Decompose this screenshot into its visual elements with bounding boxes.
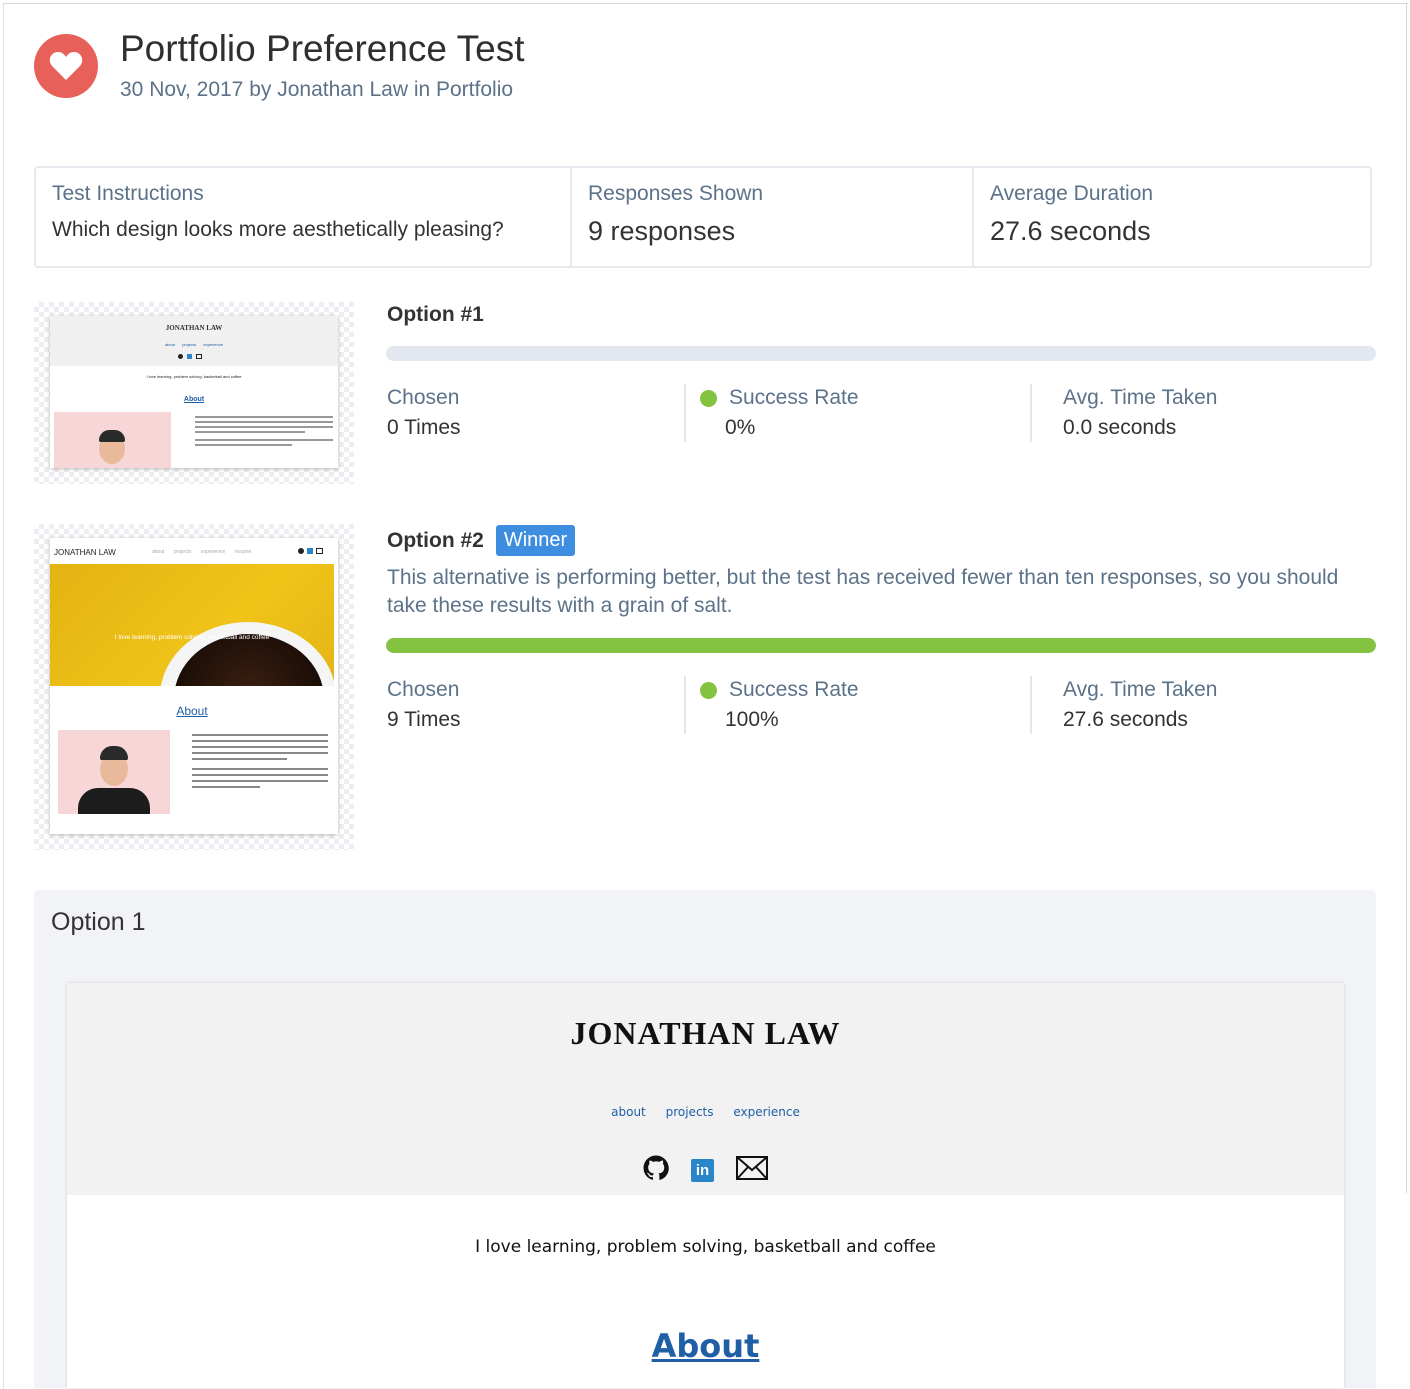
option-2-progress-fill xyxy=(386,638,1376,653)
responses-value: 9 responses xyxy=(588,216,736,246)
site-header: JONATHAN LAW about projects experience i… xyxy=(67,983,1344,1195)
duration-cell: Average Duration 27.6 seconds xyxy=(974,168,1370,266)
thumb-bio-lines xyxy=(195,416,333,449)
thumb-bio-lines xyxy=(192,734,328,792)
success-label: Success Rate xyxy=(729,678,859,701)
chosen-value: 9 Times xyxy=(387,708,461,731)
instructions-cell: Test Instructions Which design looks mor… xyxy=(36,168,572,266)
thumb-tagline: I love learning, problem solving, basket… xyxy=(146,374,242,379)
thumb-portrait xyxy=(54,412,171,468)
chosen-label: Chosen xyxy=(387,678,460,701)
thumb-nav-projects: projects xyxy=(182,342,197,347)
test-summary: Test Instructions Which design looks mor… xyxy=(34,166,1372,268)
thumb-portrait xyxy=(58,730,170,814)
option-2-chosen: Chosen 9 Times xyxy=(387,678,461,732)
option-2-title-text: Option #2 xyxy=(387,528,484,552)
duration-value: 27.6 seconds xyxy=(990,216,1151,246)
mail-icon[interactable] xyxy=(736,1156,768,1185)
github-icon[interactable] xyxy=(643,1155,669,1186)
site-tagline: I love learning, problem solving, basket… xyxy=(475,1237,936,1257)
page-subtitle: 30 Nov, 2017 by Jonathan Law in Portfoli… xyxy=(120,78,514,101)
option-1-title-text: Option #1 xyxy=(387,303,484,326)
thumb-nav-about: about xyxy=(152,549,165,555)
duration-label: Average Duration xyxy=(990,182,1154,205)
success-dot-icon xyxy=(700,389,717,407)
thumb-site-name: JONATHAN LAW xyxy=(165,324,223,332)
site-nav: about projects experience xyxy=(67,1105,1344,1119)
option-1-title: Option #1 xyxy=(387,303,484,327)
thumb-nav-experience: experience xyxy=(203,342,223,347)
thumb-about: About xyxy=(176,704,208,718)
option-1-preview-panel: Option 1 JONATHAN LAW about projects exp… xyxy=(34,890,1376,1388)
option-2-success: Success Rate 100% xyxy=(700,678,859,732)
option-2-time: Avg. Time Taken 27.6 seconds xyxy=(1063,678,1217,732)
option-2-thumbnail[interactable]: JONATHAN LAW about projects experience r… xyxy=(34,524,354,850)
option-2-note: This alternative is performing better, b… xyxy=(387,566,1339,617)
thumb-nav-experience: experience xyxy=(200,549,226,555)
site-nav-about[interactable]: about xyxy=(611,1105,646,1119)
thumb-tagline: I love learning, problem solving, basket… xyxy=(114,634,270,641)
option-1-thumbnail[interactable]: JONATHAN LAW about projects experience I… xyxy=(34,302,354,484)
thumb-site-nav: about projects experience resume xyxy=(152,549,251,555)
instructions-value: Which design looks more aesthetically pl… xyxy=(52,218,504,241)
time-value: 27.6 seconds xyxy=(1063,708,1188,731)
page-title: Portfolio Preference Test xyxy=(120,28,525,69)
success-value: 100% xyxy=(725,708,779,731)
responses-label: Responses Shown xyxy=(588,182,764,205)
option-1-screenshot: JONATHAN LAW about projects experience I… xyxy=(50,316,338,468)
divider xyxy=(1030,384,1032,442)
site-name: JONATHAN LAW xyxy=(570,1015,841,1051)
thumb-site-name: JONATHAN LAW xyxy=(54,548,116,557)
divider xyxy=(1030,676,1032,734)
linkedin-icon[interactable]: in xyxy=(691,1159,714,1182)
thumb-nav-projects: projects xyxy=(173,549,192,555)
time-label: Avg. Time Taken xyxy=(1063,386,1218,409)
thumb-about: About xyxy=(183,396,205,403)
success-label: Success Rate xyxy=(729,386,859,409)
success-dot-icon xyxy=(700,681,717,699)
option-2-screenshot: JONATHAN LAW about projects experience r… xyxy=(50,538,338,834)
option-1-progress-bar xyxy=(386,346,1376,361)
thumb-hero-coffee: I love learning, problem solving, basket… xyxy=(50,564,334,686)
thumb-social-icons xyxy=(178,354,202,359)
time-value: 0.0 seconds xyxy=(1063,416,1177,439)
winner-badge: Winner xyxy=(495,525,576,556)
site-nav-projects[interactable]: projects xyxy=(666,1105,714,1119)
site-social-icons: in xyxy=(67,1155,1344,1186)
option-1-site-preview: JONATHAN LAW about projects experience i… xyxy=(67,983,1344,1388)
time-label: Avg. Time Taken xyxy=(1063,678,1218,701)
preview-title: Option 1 xyxy=(51,908,146,936)
option-1-success: Success Rate 0% xyxy=(700,386,859,440)
site-nav-experience[interactable]: experience xyxy=(733,1105,800,1119)
site-about-link[interactable]: About xyxy=(67,1327,1344,1365)
instructions-label: Test Instructions xyxy=(52,182,204,205)
chosen-value: 0 Times xyxy=(387,416,461,439)
scrollbar-edge[interactable] xyxy=(1406,3,1410,1193)
responses-cell: Responses Shown 9 responses xyxy=(572,168,974,266)
option-1-chosen: Chosen 0 Times xyxy=(387,386,461,440)
divider xyxy=(684,384,686,442)
option-1-time: Avg. Time Taken 0.0 seconds xyxy=(1063,386,1217,440)
heart-icon xyxy=(34,34,98,98)
option-2-progress-bar xyxy=(386,638,1376,653)
chosen-label: Chosen xyxy=(387,386,460,409)
success-value: 0% xyxy=(725,416,756,439)
thumb-nav-about: about xyxy=(165,342,176,347)
thumb-site-nav: about projects experience xyxy=(50,342,338,347)
option-2-title: Option #2 Winner xyxy=(387,525,576,556)
thumb-social-icons xyxy=(298,548,323,554)
thumb-nav-resume: resume xyxy=(234,549,252,555)
divider xyxy=(684,676,686,734)
